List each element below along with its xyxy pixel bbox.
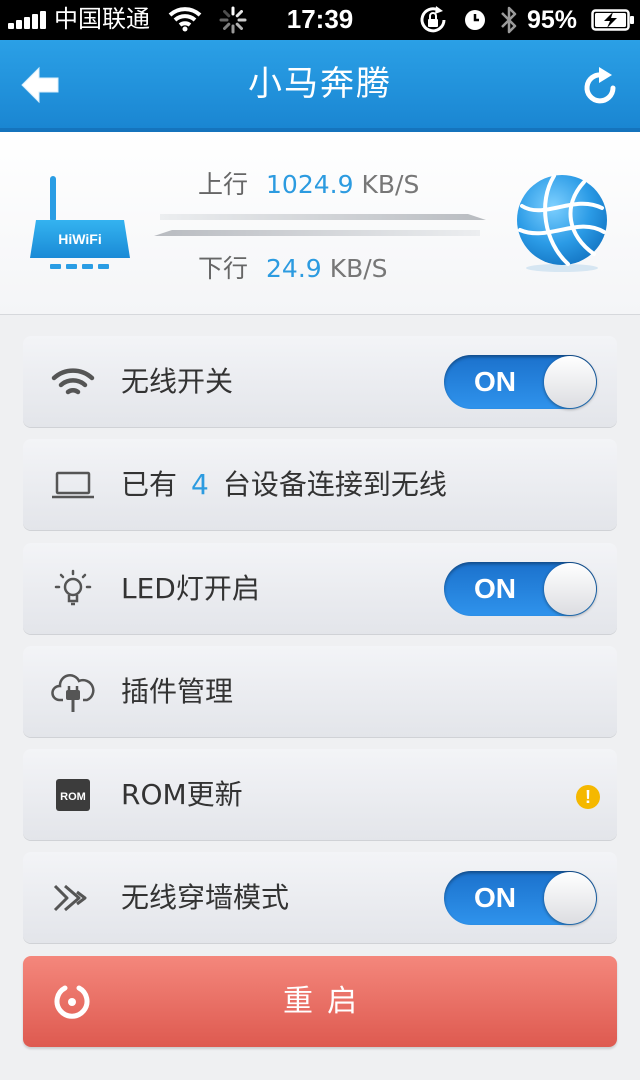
reboot-label: 重启 bbox=[283, 984, 371, 1019]
rom-chip-text: ROM bbox=[60, 791, 86, 803]
upload-value: 1024.9 bbox=[266, 170, 354, 199]
wireless-toggle[interactable]: ON bbox=[444, 355, 597, 409]
battery-charging-icon bbox=[591, 9, 634, 31]
devices-suffix: 台设备连接到无线 bbox=[222, 468, 447, 501]
lightbulb-icon bbox=[54, 569, 92, 606]
rotation-lock-icon bbox=[420, 6, 446, 33]
toggle-knob[interactable] bbox=[544, 872, 596, 924]
connected-devices-text: 已有 4 台设备连接到无线 bbox=[121, 467, 447, 503]
download-rate: 下行 24.9 KB/S bbox=[198, 254, 388, 284]
laptop-icon bbox=[52, 471, 94, 499]
wireless-switch-row[interactable]: 无线开关 ON bbox=[23, 336, 617, 427]
rom-update-label: ROM更新 bbox=[121, 778, 243, 811]
transfer-arrows-icon bbox=[154, 214, 486, 236]
toggle-state-label: ON bbox=[474, 882, 516, 913]
globe-icon bbox=[517, 174, 607, 272]
led-toggle[interactable]: ON bbox=[444, 562, 597, 616]
bluetooth-icon bbox=[501, 6, 517, 34]
battery-percent: 95% bbox=[527, 6, 578, 34]
rom-chip-icon: ROM bbox=[56, 779, 90, 811]
traffic-panel: HiWiFi 上行 1024.9 KB/S 下行 24.9 KB/S bbox=[0, 132, 640, 315]
update-warning-badge: ! bbox=[576, 785, 600, 809]
toggle-knob[interactable] bbox=[544, 356, 596, 408]
wireless-switch-label: 无线开关 bbox=[121, 365, 234, 398]
led-light-label: LED灯开启 bbox=[121, 572, 260, 605]
toggle-knob[interactable] bbox=[544, 563, 596, 615]
nav-bar: 小马奔腾 bbox=[0, 40, 640, 132]
toggle-state-label: ON bbox=[474, 573, 516, 604]
plugin-management-label: 插件管理 bbox=[121, 675, 234, 708]
alarm-icon bbox=[465, 10, 485, 30]
devices-prefix: 已有 bbox=[121, 468, 178, 501]
plugin-management-row[interactable]: 插件管理 bbox=[23, 646, 617, 737]
upload-rate: 上行 1024.9 KB/S bbox=[198, 170, 419, 200]
reboot-button[interactable]: 重启 bbox=[23, 956, 617, 1047]
upload-unit: KB/S bbox=[361, 170, 420, 199]
refresh-icon[interactable] bbox=[580, 66, 622, 108]
download-unit: KB/S bbox=[329, 254, 388, 283]
wall-mode-toggle[interactable]: ON bbox=[444, 871, 597, 925]
router-icon: HiWiFi bbox=[30, 176, 130, 269]
download-value: 24.9 bbox=[266, 254, 322, 283]
rom-update-row[interactable]: ROM ROM更新 ! bbox=[23, 749, 617, 840]
status-bar: 中国联通 17:39 95% bbox=[0, 0, 640, 40]
cloud-plug-icon bbox=[51, 674, 95, 712]
toggle-state-label: ON bbox=[474, 366, 516, 397]
upload-label: 上行 bbox=[198, 170, 249, 199]
page-title: 小马奔腾 bbox=[248, 64, 392, 104]
led-light-row[interactable]: LED灯开启 ON bbox=[23, 543, 617, 634]
double-chevron-icon bbox=[53, 884, 87, 912]
wifi-icon bbox=[51, 368, 95, 395]
router-brand-label: HiWiFi bbox=[58, 231, 101, 247]
wall-penetration-label: 无线穿墙模式 bbox=[121, 881, 290, 914]
download-label: 下行 bbox=[198, 254, 249, 283]
wall-penetration-row[interactable]: 无线穿墙模式 ON bbox=[23, 852, 617, 943]
device-count: 4 bbox=[191, 468, 209, 501]
connected-devices-row[interactable]: 已有 4 台设备连接到无线 bbox=[23, 439, 617, 530]
